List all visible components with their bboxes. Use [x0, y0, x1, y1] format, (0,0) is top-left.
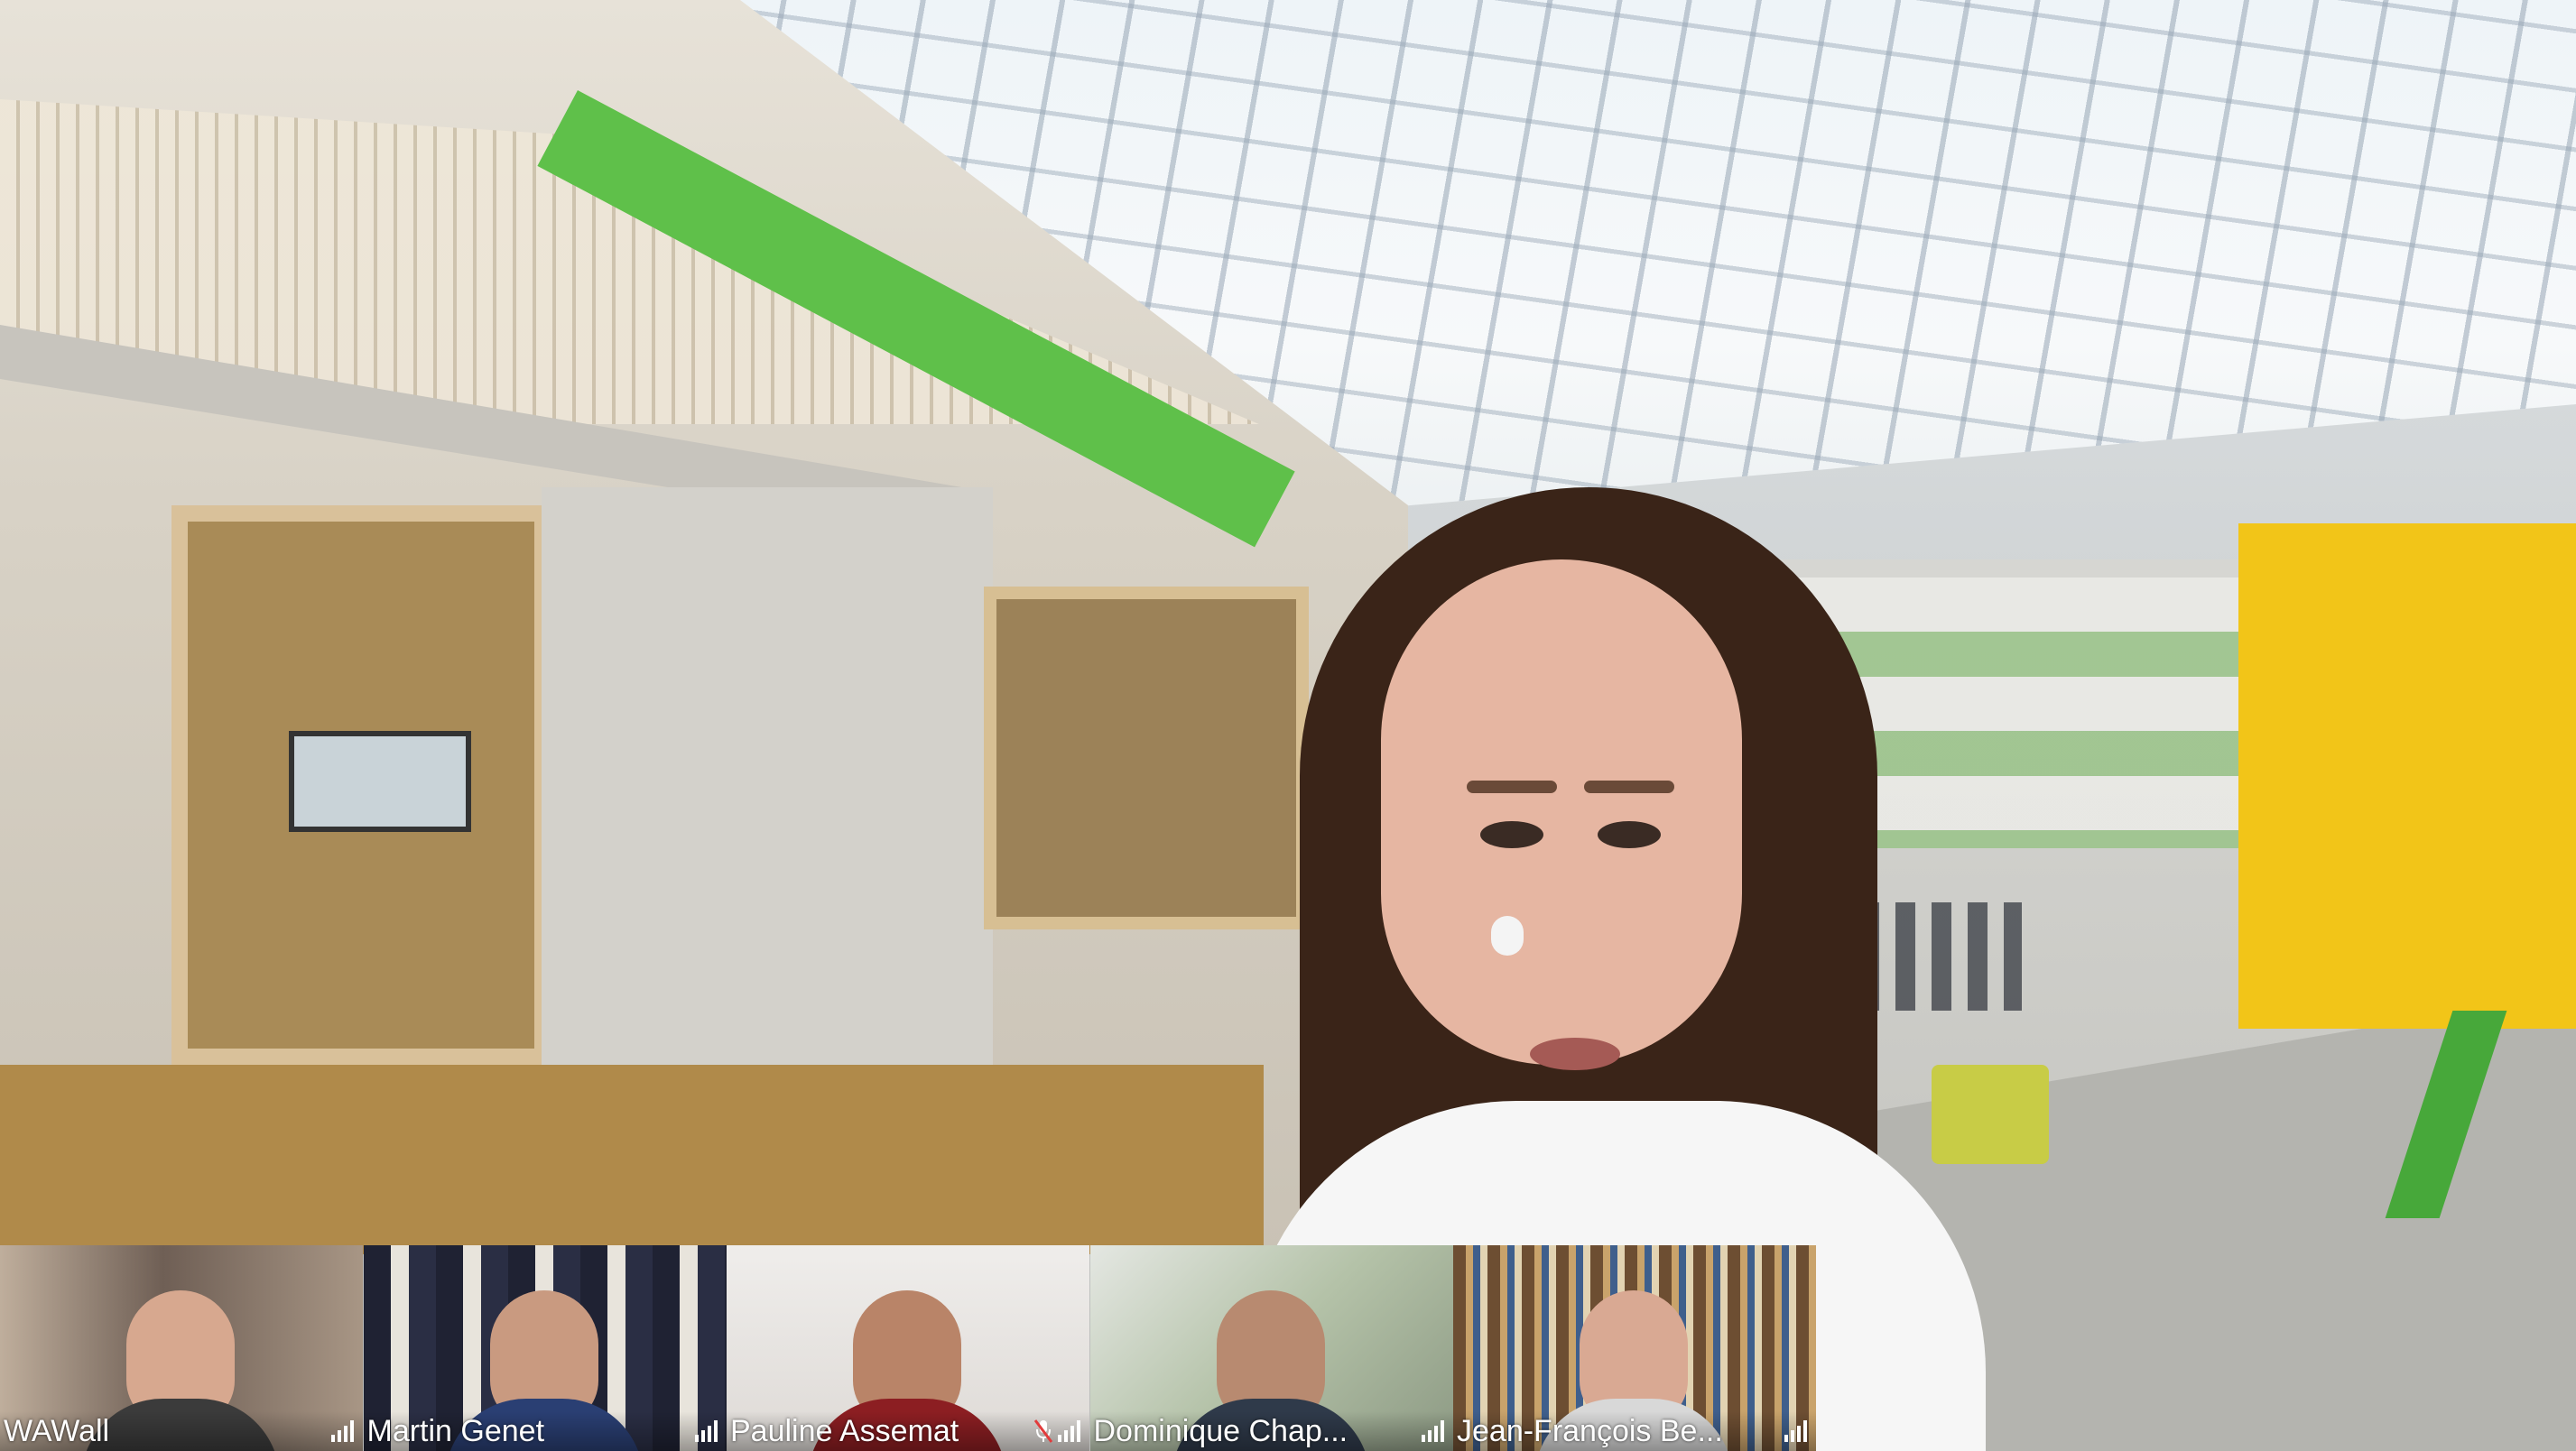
name-bar: Martin Genet — [363, 1411, 727, 1451]
office-monitor — [289, 731, 471, 832]
signal-icon — [1421, 1420, 1444, 1442]
presenter-brow — [1467, 781, 1557, 793]
name-bar: WAWall — [0, 1411, 363, 1451]
presenter-eye — [1480, 821, 1543, 848]
participant-tile-martin-genet[interactable]: Martin Genet — [363, 1245, 727, 1451]
signal-icon — [694, 1420, 718, 1442]
video-call-window: WAWall Martin Genet Pauline Assemat Domi… — [0, 0, 2576, 1451]
participant-tile-pauline-assemat[interactable]: Pauline Assemat — [727, 1245, 1089, 1451]
participant-tile-dominique-chap[interactable]: Dominique Chap... — [1089, 1245, 1453, 1451]
name-bar: Dominique Chap... — [1089, 1411, 1453, 1451]
signal-icon — [1058, 1420, 1080, 1442]
main-speaker-video[interactable] — [0, 0, 2576, 1451]
presenter-eye — [1598, 821, 1661, 848]
signal-icon — [1784, 1420, 1807, 1442]
participant-name: Dominique Chap... — [1093, 1414, 1348, 1448]
participant-tile-jean-francois[interactable]: Jean-François Be... — [1453, 1245, 1816, 1451]
yellow-wall — [2238, 523, 2576, 1029]
participant-name: Pauline Assemat — [730, 1414, 959, 1448]
presenter-mouth — [1530, 1038, 1620, 1070]
signal-icon — [331, 1420, 354, 1442]
participant-name: Jean-François Be... — [1457, 1414, 1723, 1448]
name-bar: Jean-François Be... — [1453, 1411, 1816, 1451]
concrete-wall — [542, 487, 993, 1146]
microphone-muted-icon — [1033, 1419, 1053, 1443]
earbud — [1491, 916, 1524, 956]
wood-floor — [0, 1065, 1264, 1254]
participant-filmstrip: WAWall Martin Genet Pauline Assemat Domi… — [0, 1245, 1816, 1451]
participant-name: WAWall — [4, 1414, 110, 1448]
presenter-face — [1381, 559, 1742, 1070]
participant-name: Martin Genet — [366, 1414, 545, 1448]
presenter-brow — [1584, 781, 1674, 793]
participant-tile-wawall[interactable]: WAWall — [0, 1245, 363, 1451]
